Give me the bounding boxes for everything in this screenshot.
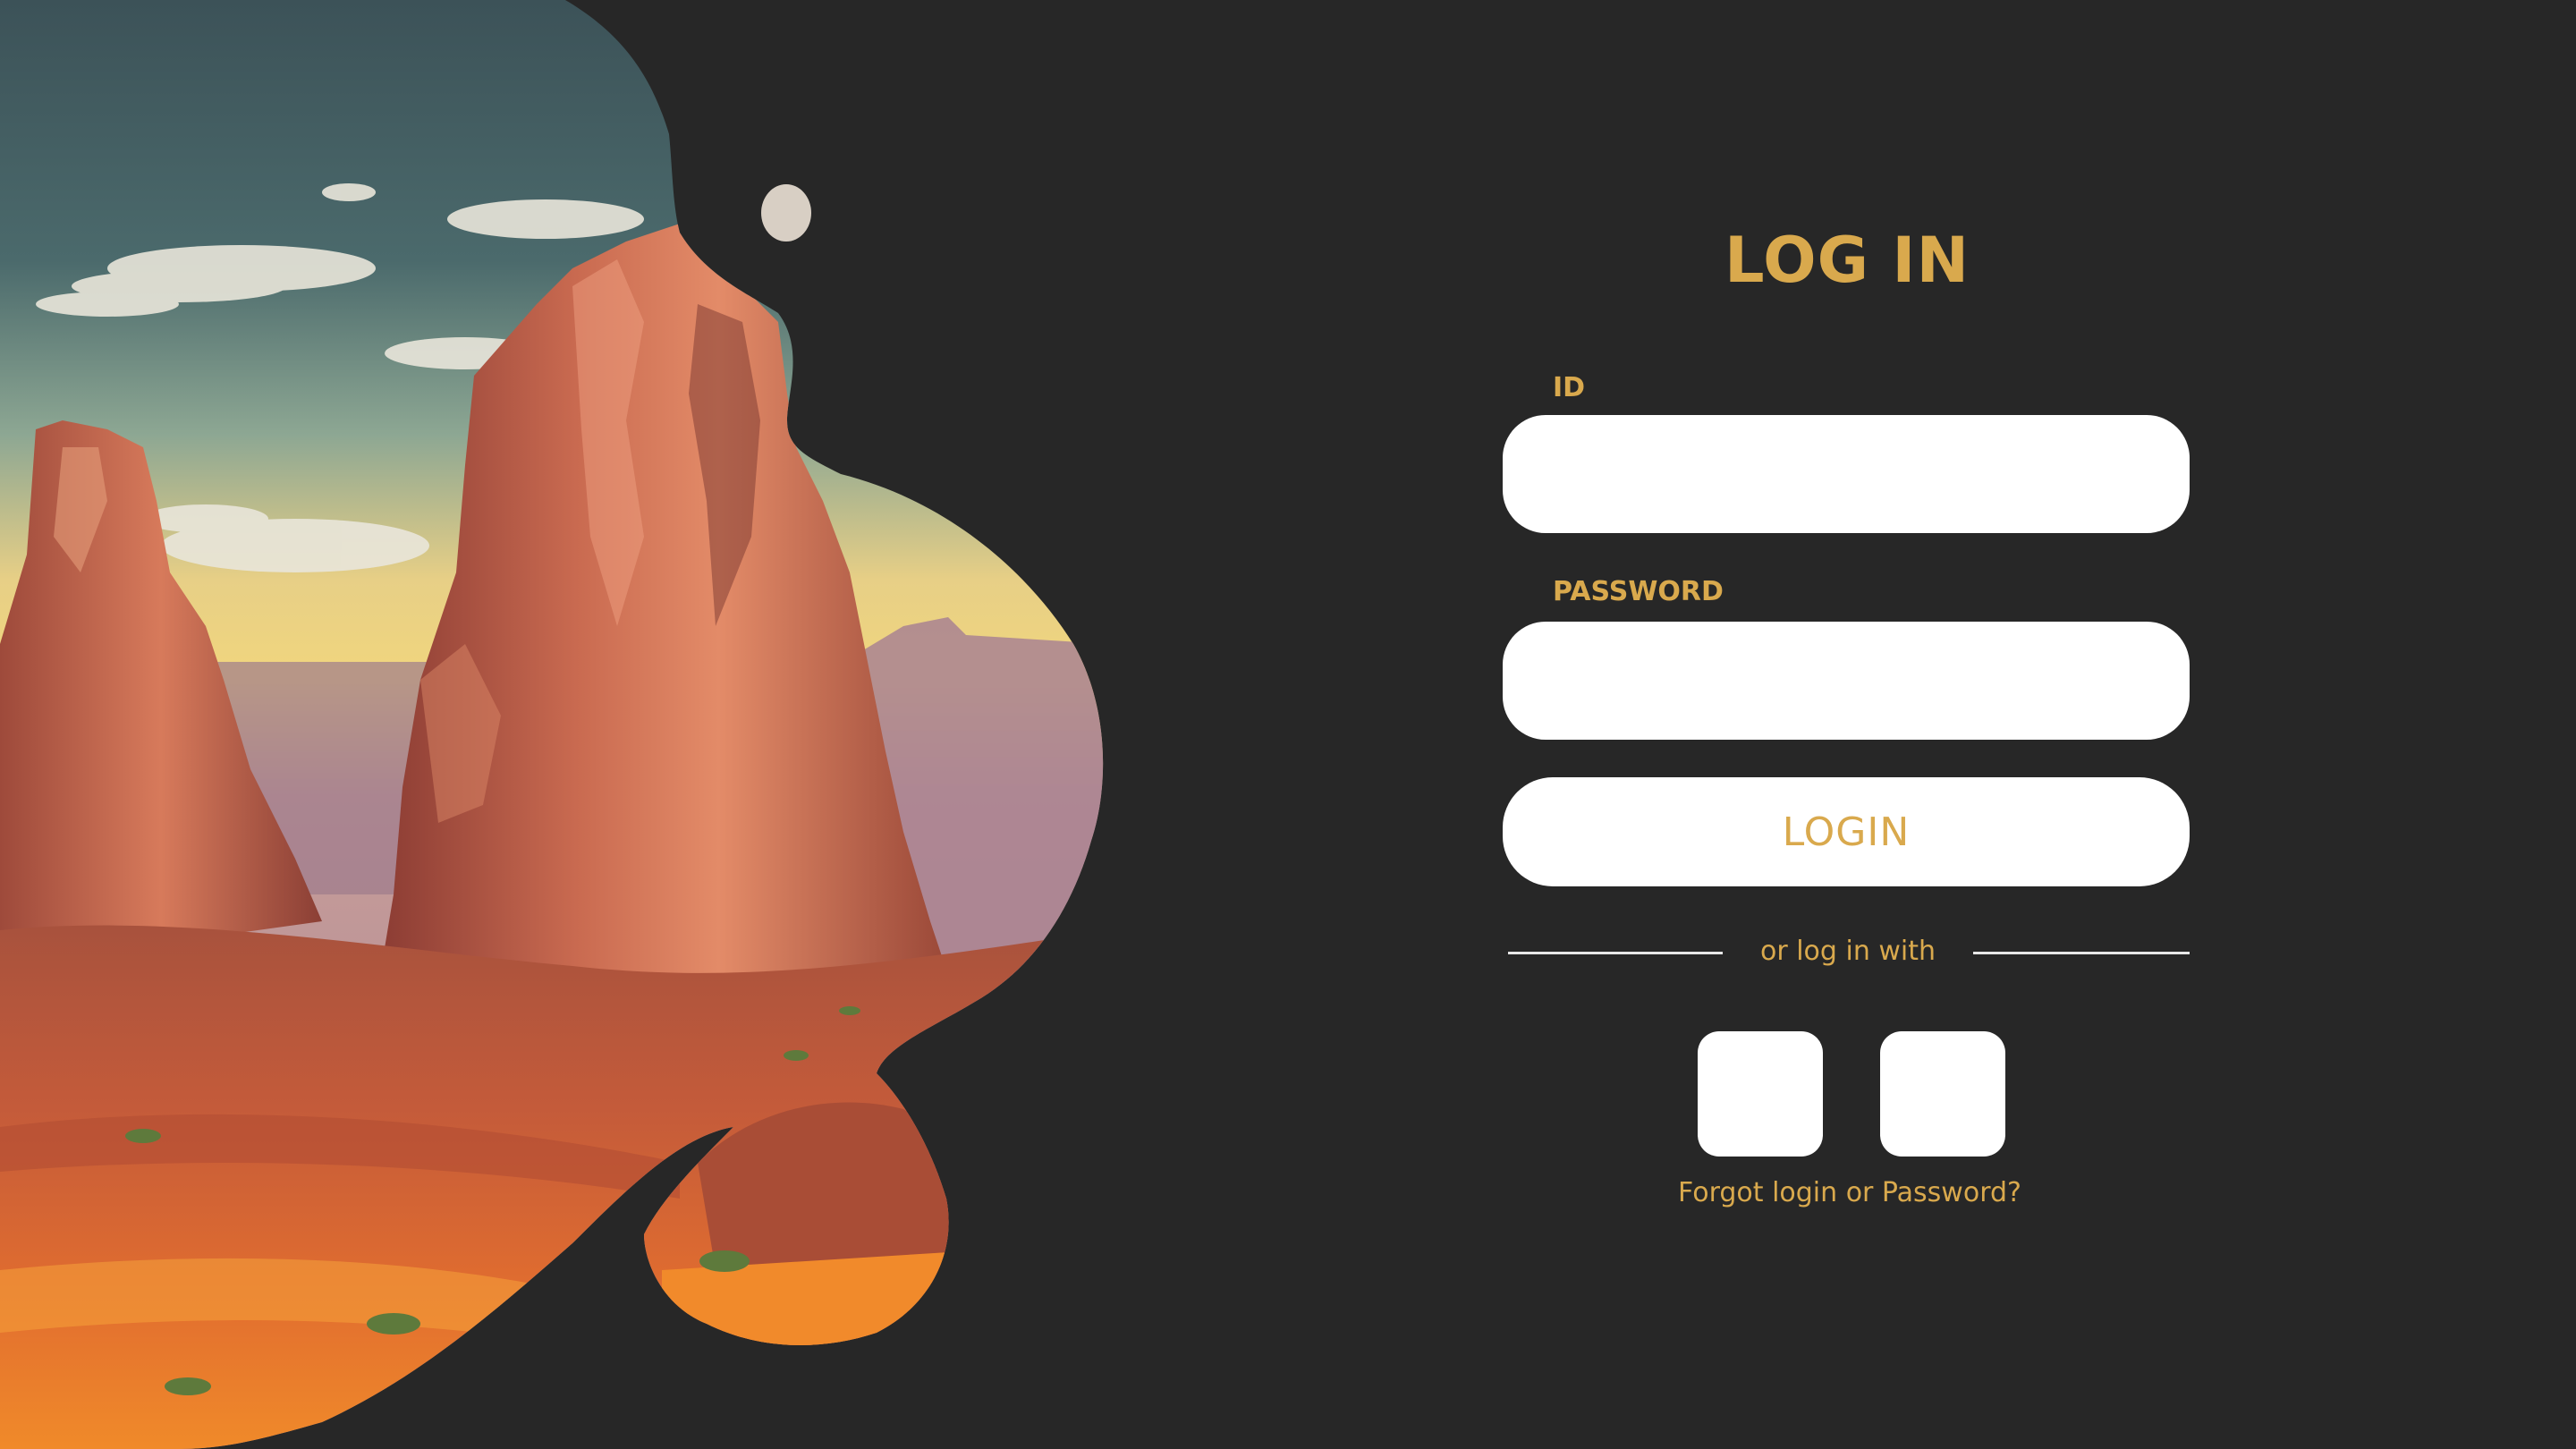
page-title: LOG IN (1724, 224, 1970, 297)
divider-text: or log in with (1759, 936, 1936, 967)
social-login-button-2[interactable] (1880, 1031, 2005, 1157)
divider-right-line (1973, 952, 2190, 954)
forgot-password-link[interactable]: Forgot login or Password? (1601, 1177, 2098, 1208)
social-login-button-1[interactable] (1698, 1031, 1823, 1157)
desert-landscape-illustration (0, 0, 1104, 1449)
password-label: PASSWORD (1553, 576, 1724, 607)
divider-left-line (1508, 952, 1723, 954)
id-input[interactable] (1503, 415, 2190, 533)
login-button[interactable]: LOGIN (1503, 777, 2190, 886)
login-page: LOG IN ID PASSWORD LOGIN or log in with … (0, 0, 2576, 1449)
id-label: ID (1553, 372, 1586, 403)
moon-shape (761, 184, 811, 242)
password-input[interactable] (1503, 622, 2190, 740)
